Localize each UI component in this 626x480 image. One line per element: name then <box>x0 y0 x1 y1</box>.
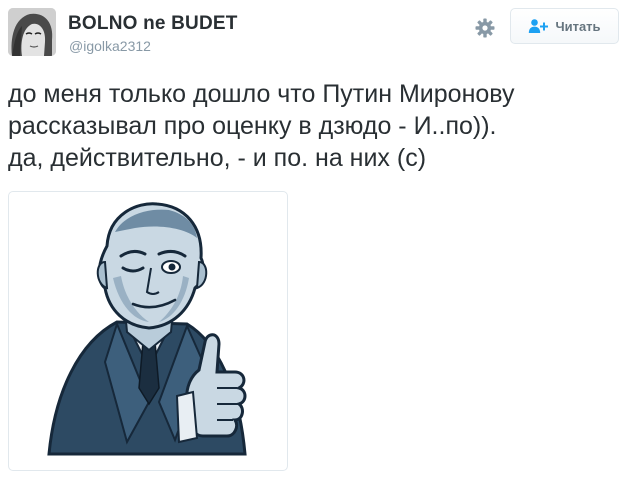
screen-name[interactable]: @igolka2312 <box>69 38 151 54</box>
tweet-text: до меня только дошло что Путин Миронову … <box>8 78 618 174</box>
media-card[interactable] <box>8 191 288 471</box>
gear-button[interactable] <box>474 17 496 39</box>
gear-icon <box>475 18 495 38</box>
winking-man-thumbs-up-sticker <box>47 202 247 456</box>
avatar[interactable] <box>8 8 56 56</box>
user-plus-icon <box>529 19 549 33</box>
follow-button[interactable]: Читать <box>510 8 619 44</box>
display-name[interactable]: BOLNO ne BUDET <box>68 13 238 35</box>
tweet-header: BOLNO ne BUDET @igolka2312 Читать <box>8 8 619 60</box>
avatar-photo-icon <box>8 8 56 56</box>
tweet-text-line: да, действительно, - и по. на них (с) <box>8 144 427 172</box>
tweet-text-line: до меня только дошло что Путин Миронову <box>8 80 515 108</box>
tweet-text-line: рассказывал про оценку в дзюдо - И..по))… <box>8 112 497 140</box>
follow-button-label: Читать <box>555 18 601 34</box>
